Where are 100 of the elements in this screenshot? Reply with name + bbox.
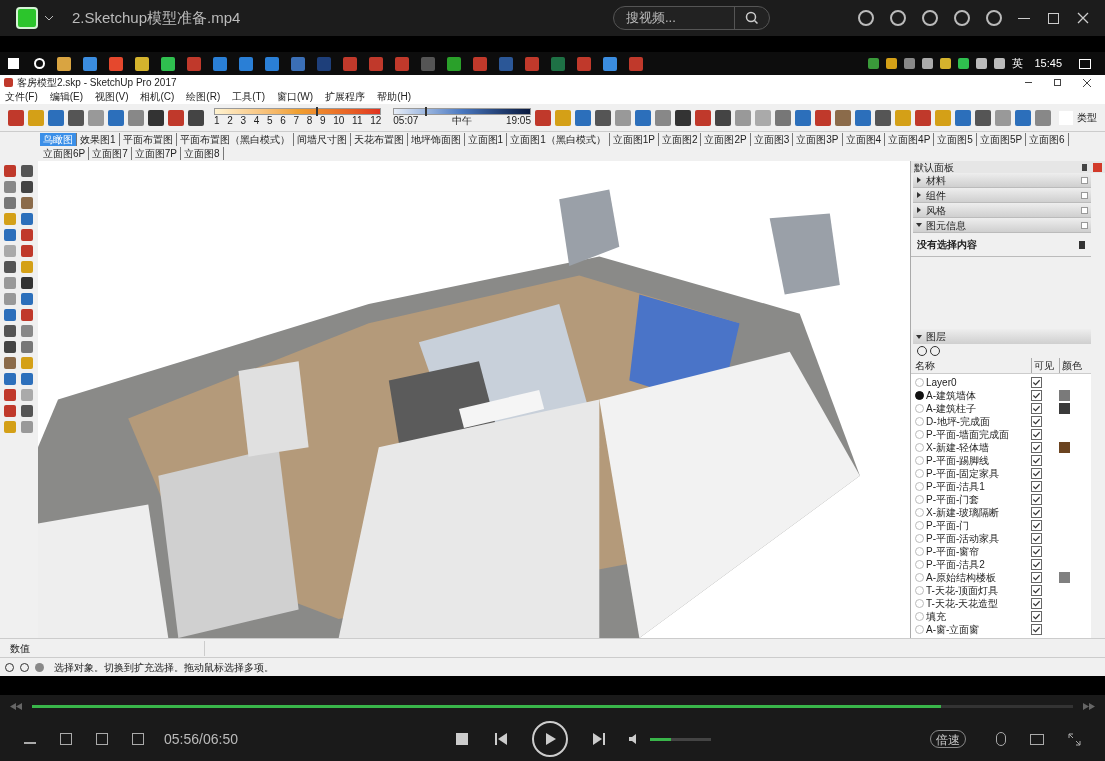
- toolbar-icon[interactable]: [875, 109, 891, 126]
- visible-checkbox[interactable]: [1031, 442, 1042, 453]
- tray-section-header[interactable]: 图元信息: [913, 218, 1091, 233]
- taskbar-app-icon[interactable]: [239, 56, 253, 71]
- rewind-icon[interactable]: [10, 702, 22, 710]
- expand-triangle-icon[interactable]: [916, 192, 922, 198]
- active-layer-radio[interactable]: [915, 443, 924, 452]
- toolbar-icon[interactable]: [675, 109, 691, 126]
- tool-icon[interactable]: [4, 325, 16, 337]
- visible-checkbox[interactable]: [1031, 416, 1042, 427]
- search-icon[interactable]: [34, 58, 45, 69]
- tool-icon[interactable]: [21, 229, 33, 241]
- scene-tab[interactable]: 立面图1（黑白模式）: [507, 133, 610, 146]
- tool-icon[interactable]: [21, 197, 33, 209]
- menu-item[interactable]: 工具(T): [232, 91, 266, 103]
- scene-tab[interactable]: 立面图7P: [131, 147, 182, 160]
- scene-tab[interactable]: 立面图5: [934, 133, 977, 146]
- app-logo-icon[interactable]: [16, 7, 38, 29]
- tool-icon[interactable]: [21, 405, 33, 417]
- active-layer-radio[interactable]: [915, 430, 924, 439]
- visible-checkbox[interactable]: [1031, 390, 1042, 401]
- entity-icon[interactable]: [1079, 240, 1085, 249]
- taskbar-clock[interactable]: 15:45: [1034, 55, 1062, 72]
- tool-icon[interactable]: [21, 277, 33, 289]
- tray-icon[interactable]: [868, 58, 880, 69]
- shadow-time-slider[interactable]: [393, 108, 531, 115]
- taskbar-app-icon[interactable]: [83, 56, 97, 71]
- toolbar-icon[interactable]: [188, 109, 204, 126]
- taskbar-app-icon[interactable]: [265, 56, 279, 71]
- toolbar-icon[interactable]: [148, 109, 164, 126]
- tray-section-header[interactable]: 材料: [913, 173, 1091, 188]
- visible-checkbox[interactable]: [1031, 559, 1042, 570]
- scene-tab[interactable]: 立面图3P: [793, 133, 843, 146]
- taskbar-app-icon[interactable]: [603, 56, 617, 71]
- layer-name[interactable]: D-地坪-完成面: [926, 414, 1031, 429]
- layer-color-swatch[interactable]: [1059, 390, 1070, 401]
- layer-name[interactable]: T-天花-顶面灯具: [926, 583, 1031, 598]
- tray-icon[interactable]: [958, 58, 970, 69]
- active-layer-radio[interactable]: [915, 508, 924, 517]
- taskbar-app-icon[interactable]: [213, 56, 227, 71]
- active-layer-radio[interactable]: [915, 534, 924, 543]
- tool-icon[interactable]: [4, 309, 16, 321]
- layer-name[interactable]: P-平面-墙面完成面: [926, 427, 1031, 442]
- active-layer-radio[interactable]: [915, 599, 924, 608]
- layer-name[interactable]: P-平面-洁具2: [926, 557, 1031, 572]
- tool-icon[interactable]: [21, 293, 33, 305]
- tool-icon[interactable]: [4, 389, 16, 401]
- visible-checkbox[interactable]: [1031, 494, 1042, 505]
- scene-tab[interactable]: 立面图4P: [885, 133, 935, 146]
- layer-name[interactable]: P-平面-踢脚线: [926, 453, 1031, 468]
- tool-icon[interactable]: [4, 229, 16, 241]
- tool-icon[interactable]: [21, 181, 33, 193]
- toolbar-icon[interactable]: [695, 109, 711, 126]
- layer-name[interactable]: A-原始结构楼板: [926, 570, 1031, 585]
- slider-thumb[interactable]: [425, 107, 428, 116]
- tray-section-header[interactable]: 风格: [913, 203, 1091, 218]
- active-layer-radio[interactable]: [915, 547, 924, 556]
- minimize-icon[interactable]: [1018, 17, 1030, 19]
- active-layer-radio[interactable]: [915, 521, 924, 530]
- scene-tab[interactable]: 平面布置图（黑白模式）: [176, 133, 294, 146]
- toolbar-icon[interactable]: [8, 109, 24, 126]
- layer-color-swatch[interactable]: [1059, 442, 1070, 453]
- expand-triangle-icon[interactable]: [916, 207, 922, 213]
- scene-tab[interactable]: 立面图8: [181, 147, 224, 160]
- active-layer-radio[interactable]: [915, 469, 924, 478]
- collapse-triangle-icon[interactable]: [916, 333, 922, 340]
- visible-checkbox[interactable]: [1031, 507, 1042, 518]
- active-layer-radio[interactable]: [915, 482, 924, 491]
- taskbar-app-icon[interactable]: [57, 56, 71, 71]
- taskbar-app-icon[interactable]: [161, 56, 175, 71]
- toolbar-icon[interactable]: [168, 109, 184, 126]
- search-icon[interactable]: [745, 11, 759, 25]
- visible-checkbox[interactable]: [1031, 572, 1042, 583]
- active-layer-radio[interactable]: [915, 612, 924, 621]
- tray-section-header[interactable]: 组件: [913, 188, 1091, 203]
- active-layer-radio[interactable]: [915, 495, 924, 504]
- scene-tab[interactable]: 地坪饰面图: [407, 133, 465, 146]
- layer-name[interactable]: P-平面-窗帘: [926, 544, 1031, 559]
- layer-name[interactable]: A-建筑柱子: [926, 401, 1031, 416]
- user-icon[interactable]: [35, 662, 44, 672]
- active-layer-radio[interactable]: [915, 378, 924, 387]
- toolbar-icon[interactable]: [595, 109, 611, 126]
- taskbar-app-icon[interactable]: [447, 56, 461, 71]
- scene-tab[interactable]: 间墙尺寸图: [293, 133, 351, 146]
- menu-item[interactable]: 窗口(W): [277, 91, 314, 103]
- dropdown-caret-icon[interactable]: [44, 13, 54, 23]
- menu-item[interactable]: 帮助(H): [377, 91, 412, 103]
- tray-icon[interactable]: [886, 58, 898, 69]
- column-header[interactable]: 颜色: [1059, 358, 1087, 373]
- search-input[interactable]: 搜视频...: [614, 8, 734, 28]
- active-layer-radio[interactable]: [915, 625, 924, 634]
- next-icon[interactable]: [592, 732, 607, 746]
- toolbar-icon[interactable]: [715, 109, 731, 126]
- tool-icon[interactable]: [4, 341, 16, 353]
- visible-checkbox[interactable]: [1031, 546, 1042, 557]
- previous-icon[interactable]: [494, 732, 509, 746]
- scene-tab[interactable]: 立面图6: [1026, 133, 1069, 146]
- maximize-icon[interactable]: [1048, 12, 1059, 24]
- scene-tab[interactable]: 立面图1: [464, 133, 508, 146]
- visible-checkbox[interactable]: [1031, 403, 1042, 414]
